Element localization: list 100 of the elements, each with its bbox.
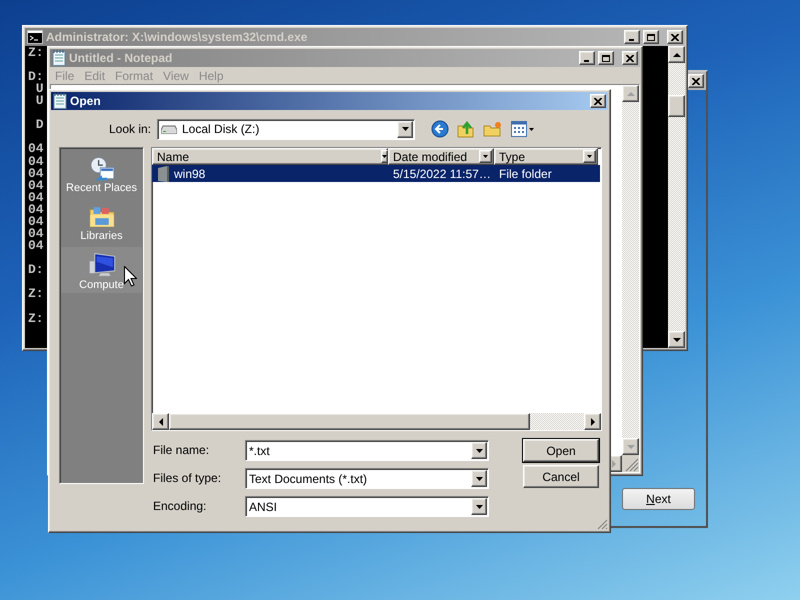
look-in-dropdown[interactable]: Local Disk (Z:) (157, 118, 415, 140)
close-button[interactable] (667, 30, 683, 44)
resize-grip-icon[interactable] (622, 455, 639, 472)
close-button[interactable] (622, 51, 638, 65)
console-line: 04 (28, 156, 44, 168)
place-item[interactable]: Recent Places (61, 151, 142, 197)
console-line: 04 (28, 216, 44, 228)
dropdown-button[interactable] (471, 470, 487, 487)
console-line: 04 (28, 228, 44, 240)
console-line: 04 (28, 180, 44, 192)
column-dropdown-button[interactable] (583, 150, 596, 163)
column-dropdown-button[interactable] (479, 150, 492, 163)
arrow-up-icon (626, 92, 634, 96)
console-line: U (34, 83, 44, 96)
minimize-button[interactable] (579, 51, 595, 65)
date-modified-cell-text: 5/15/2022 11:57… (392, 166, 492, 180)
console-line: 04 (28, 204, 44, 216)
console-line: Z: (28, 312, 44, 325)
scroll-thumb[interactable] (668, 95, 685, 117)
scroll-right-button[interactable] (584, 413, 601, 430)
caret-icon (587, 155, 592, 158)
place-label: Libraries (80, 230, 123, 242)
vertical-scrollbar[interactable] (668, 46, 685, 348)
place-label: Recent Places (66, 182, 137, 194)
place-label: Compute (79, 279, 124, 291)
dialog-button[interactable]: Open (523, 439, 599, 462)
close-button[interactable] (688, 74, 704, 88)
arrow-right-icon (590, 418, 594, 426)
dialog-button[interactable]: Cancel (523, 465, 599, 488)
back-icon[interactable] (431, 120, 449, 138)
mouse-cursor-icon (124, 266, 137, 287)
maximize-icon (647, 34, 655, 40)
resize-grip-icon[interactable] (596, 518, 608, 530)
folder-icon (157, 166, 169, 182)
column-dropdown-button[interactable] (381, 150, 388, 163)
caret-icon (402, 127, 408, 131)
field-label: File name: (152, 442, 210, 457)
dropdown-field[interactable]: *.txt (245, 440, 489, 461)
type-cell-text: File folder (498, 166, 553, 180)
close-icon (671, 34, 679, 40)
caret-icon (483, 155, 488, 158)
console-line: 04 (28, 192, 44, 204)
file-row[interactable]: win98 5/15/2022 11:57… File folder (152, 165, 600, 182)
column-header[interactable]: Type (494, 148, 598, 165)
look-in-label: Look in: (108, 122, 152, 136)
close-icon (692, 78, 700, 84)
console-line: D: (28, 71, 44, 84)
scroll-down-button[interactable] (622, 438, 639, 455)
field-label: Files of type: (152, 470, 222, 485)
column-label: Name (157, 150, 190, 164)
caret-icon (382, 155, 388, 158)
dropdown-button[interactable] (397, 120, 413, 138)
close-button[interactable] (590, 94, 606, 108)
arrow-left-icon (158, 418, 162, 426)
horizontal-scrollbar[interactable] (152, 413, 601, 430)
scroll-down-button[interactable] (668, 331, 685, 348)
file-name: win98 (174, 166, 206, 180)
console-line: U (34, 95, 44, 108)
column-header[interactable]: Name (152, 148, 388, 165)
scroll-thumb[interactable] (169, 413, 530, 430)
close-icon (626, 54, 634, 62)
notepad-icon (52, 50, 66, 66)
field-label: Encoding: (152, 498, 208, 513)
console-line: 04 (28, 240, 44, 252)
arrow-down-icon (626, 444, 634, 448)
column-label: Type (499, 150, 526, 164)
console-line: D (34, 119, 44, 132)
scroll-up-button[interactable] (668, 46, 685, 63)
dropdown-field[interactable]: Text Documents (*.txt) (245, 468, 489, 489)
dropdown-button[interactable] (471, 442, 487, 459)
console-line: 04 (28, 143, 44, 156)
window-title: Open (70, 94, 102, 108)
arrow-down-icon (672, 338, 680, 342)
maximize-icon (602, 54, 610, 62)
console-icon (27, 30, 43, 44)
next-button[interactable]: Next (622, 488, 695, 510)
window-title: Administrator: X:\windows\system32\cmd.exe (46, 30, 308, 44)
drive-icon (161, 124, 177, 134)
scroll-up-button[interactable] (622, 85, 639, 102)
maximize-button[interactable] (598, 51, 614, 65)
column-header[interactable]: Date modified (388, 148, 494, 165)
scroll-left-button[interactable] (152, 413, 169, 430)
vertical-scrollbar[interactable] (622, 85, 639, 455)
console-line: Z: (28, 47, 44, 60)
notepad-icon (53, 93, 67, 109)
close-icon (594, 98, 602, 104)
view-menu-icon[interactable] (511, 121, 535, 137)
maximize-button[interactable] (643, 30, 659, 44)
column-label: Date modified (393, 150, 468, 164)
dropdown-field[interactable]: ANSI (245, 496, 489, 517)
caret-icon (476, 504, 482, 508)
dropdown-button[interactable] (471, 498, 487, 515)
arrow-up-icon (672, 52, 680, 56)
console-line: D: (28, 264, 44, 276)
caret-icon (476, 448, 482, 452)
arrow-right-icon (612, 460, 616, 468)
minimize-button[interactable] (624, 30, 640, 44)
look-in-value: Local Disk (Z:) (182, 122, 260, 136)
place-item[interactable]: Libraries (61, 199, 142, 245)
console-line: 04 (28, 168, 44, 180)
